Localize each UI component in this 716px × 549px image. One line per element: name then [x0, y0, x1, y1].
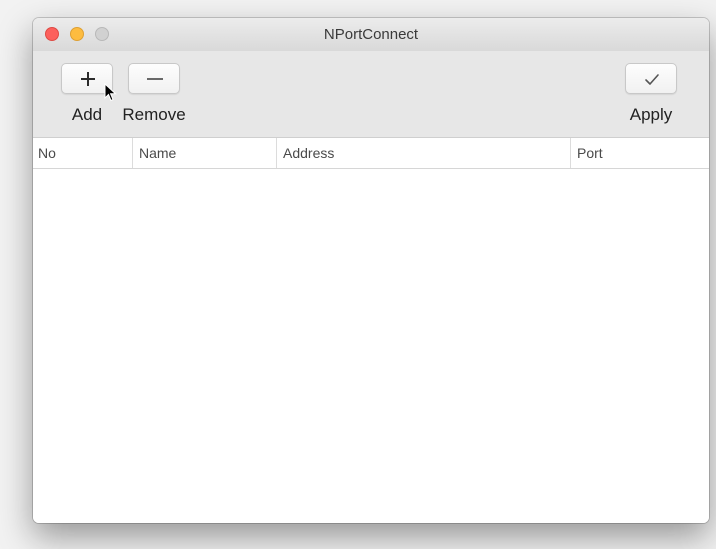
column-header-name[interactable]: Name	[132, 138, 276, 168]
checkmark-icon	[645, 74, 659, 85]
title-bar[interactable]: NPortConnect	[33, 18, 709, 52]
toolbar: Add Remove Apply	[33, 51, 709, 138]
column-header-address[interactable]: Address	[276, 138, 570, 168]
remove-label: Remove	[122, 105, 186, 124]
table-header: No Name Address Port	[33, 138, 709, 169]
add-label: Add	[71, 105, 103, 124]
column-header-port[interactable]: Port	[570, 138, 709, 168]
column-header-no[interactable]: No	[33, 138, 132, 168]
apply-label: Apply	[629, 105, 673, 124]
minus-icon	[147, 78, 163, 80]
mouse-pointer-icon	[104, 83, 117, 102]
table-body[interactable]	[33, 169, 709, 523]
app-window: NPortConnect Add Remove Apply No Name Ad…	[33, 18, 709, 523]
apply-button[interactable]	[625, 63, 677, 94]
remove-button[interactable]	[128, 63, 180, 94]
window-title: NPortConnect	[323, 26, 419, 43]
